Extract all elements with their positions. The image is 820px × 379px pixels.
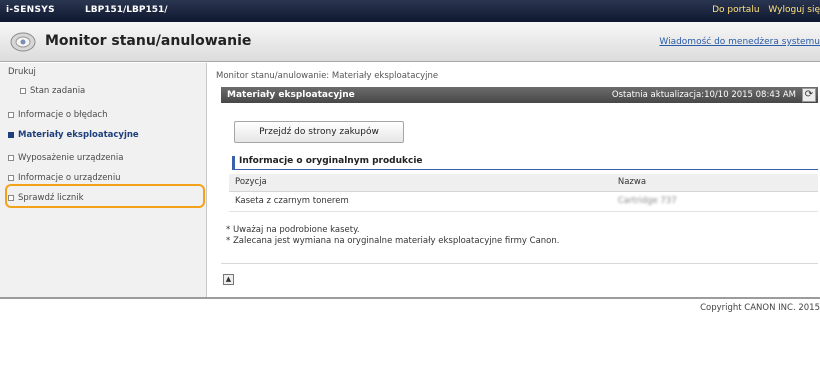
message-to-admin-link[interactable]: Wiadomość do menedżera systemu	[659, 37, 820, 47]
bullet-icon	[8, 174, 14, 181]
sidebar-item-check-counter[interactable]: Sprawdź licznik	[8, 193, 84, 203]
top-links: Do portalu Wyloguj się	[706, 5, 820, 15]
sidebar: Drukuj Stan zadania Informacje o błędach…	[0, 63, 207, 297]
monitor-icon	[10, 32, 36, 52]
divider	[221, 263, 818, 264]
title-bar: Monitor stanu/anulowanie Wiadomość do me…	[0, 22, 820, 62]
last-updated: Ostatnia aktualizacja:10/10 2015 08:43 A…	[611, 90, 796, 100]
bullet-icon	[8, 194, 14, 201]
sidebar-item-consumables[interactable]: Materiały eksploatacyjne	[8, 130, 139, 140]
logout-link[interactable]: Wyloguj się	[768, 5, 820, 15]
sidebar-item-job-status[interactable]: Stan zadania	[20, 86, 85, 96]
main-content: Monitor stanu/anulowanie: Materiały eksp…	[216, 63, 820, 297]
brand-label: i-SENSYS	[6, 5, 55, 15]
purchase-page-button[interactable]: Przejdź do strony zakupów	[234, 121, 404, 143]
table-row: Kaseta z czarnym tonerem Cartridge 737	[229, 191, 818, 212]
bullet-icon	[8, 111, 14, 118]
back-to-top-icon[interactable]: ▲	[223, 274, 234, 285]
sidebar-item-label: Informacje o błędach	[18, 110, 108, 120]
consumables-table: Pozycja Nazwa Kaseta z czarnym tonerem C…	[229, 174, 818, 212]
top-bar: i-SENSYS LBP151/LBP151/ Do portalu Wylog…	[0, 0, 820, 22]
section-header: Materiały eksploatacyjne Ostatnia aktual…	[221, 87, 818, 103]
bullet-icon	[20, 87, 26, 94]
sidebar-item-label: Informacje o urządzeniu	[18, 173, 121, 183]
original-product-heading: Informacje o oryginalnym produkcie	[232, 156, 818, 170]
refresh-icon[interactable]: ⟳	[802, 88, 816, 102]
notes: * Uważaj na podrobione kasety. * Zalecan…	[226, 225, 559, 247]
column-header-name: Nazwa	[611, 174, 818, 192]
sidebar-item-error-info[interactable]: Informacje o błędach	[8, 110, 108, 120]
bullet-icon	[8, 131, 14, 138]
sidebar-item-device-features[interactable]: Wyposażenie urządzenia	[8, 153, 124, 163]
footer-divider	[0, 297, 820, 299]
sidebar-section-print[interactable]: Drukuj	[8, 67, 36, 77]
copyright: Copyright CANON INC. 2015	[700, 303, 820, 313]
sidebar-item-label: Materiały eksploatacyjne	[18, 130, 139, 140]
table-cell-item: Kaseta z czarnym tonerem	[229, 191, 612, 212]
column-header-item: Pozycja	[229, 174, 612, 192]
sidebar-item-label: Stan zadania	[30, 86, 86, 96]
bullet-icon	[8, 154, 14, 161]
section-title: Materiały eksploatacyjne	[227, 90, 355, 100]
sidebar-item-label: Sprawdź licznik	[18, 193, 84, 203]
model-label: LBP151/LBP151/	[85, 5, 168, 15]
table-header-row: Pozycja Nazwa	[229, 174, 818, 192]
note-counterfeit: * Uważaj na podrobione kasety.	[226, 225, 360, 235]
sidebar-item-label: Wyposażenie urządzenia	[18, 153, 124, 163]
breadcrumb: Monitor stanu/anulowanie: Materiały eksp…	[216, 71, 439, 81]
table-cell-name: Cartridge 737	[611, 191, 818, 212]
sidebar-item-device-info[interactable]: Informacje o urządzeniu	[8, 173, 121, 183]
cartridge-name: Cartridge 737	[617, 196, 677, 206]
page-title: Monitor stanu/anulowanie	[45, 33, 252, 49]
portal-link[interactable]: Do portalu	[712, 5, 759, 15]
note-genuine: * Zalecana jest wymiana na oryginalne ma…	[226, 236, 560, 246]
